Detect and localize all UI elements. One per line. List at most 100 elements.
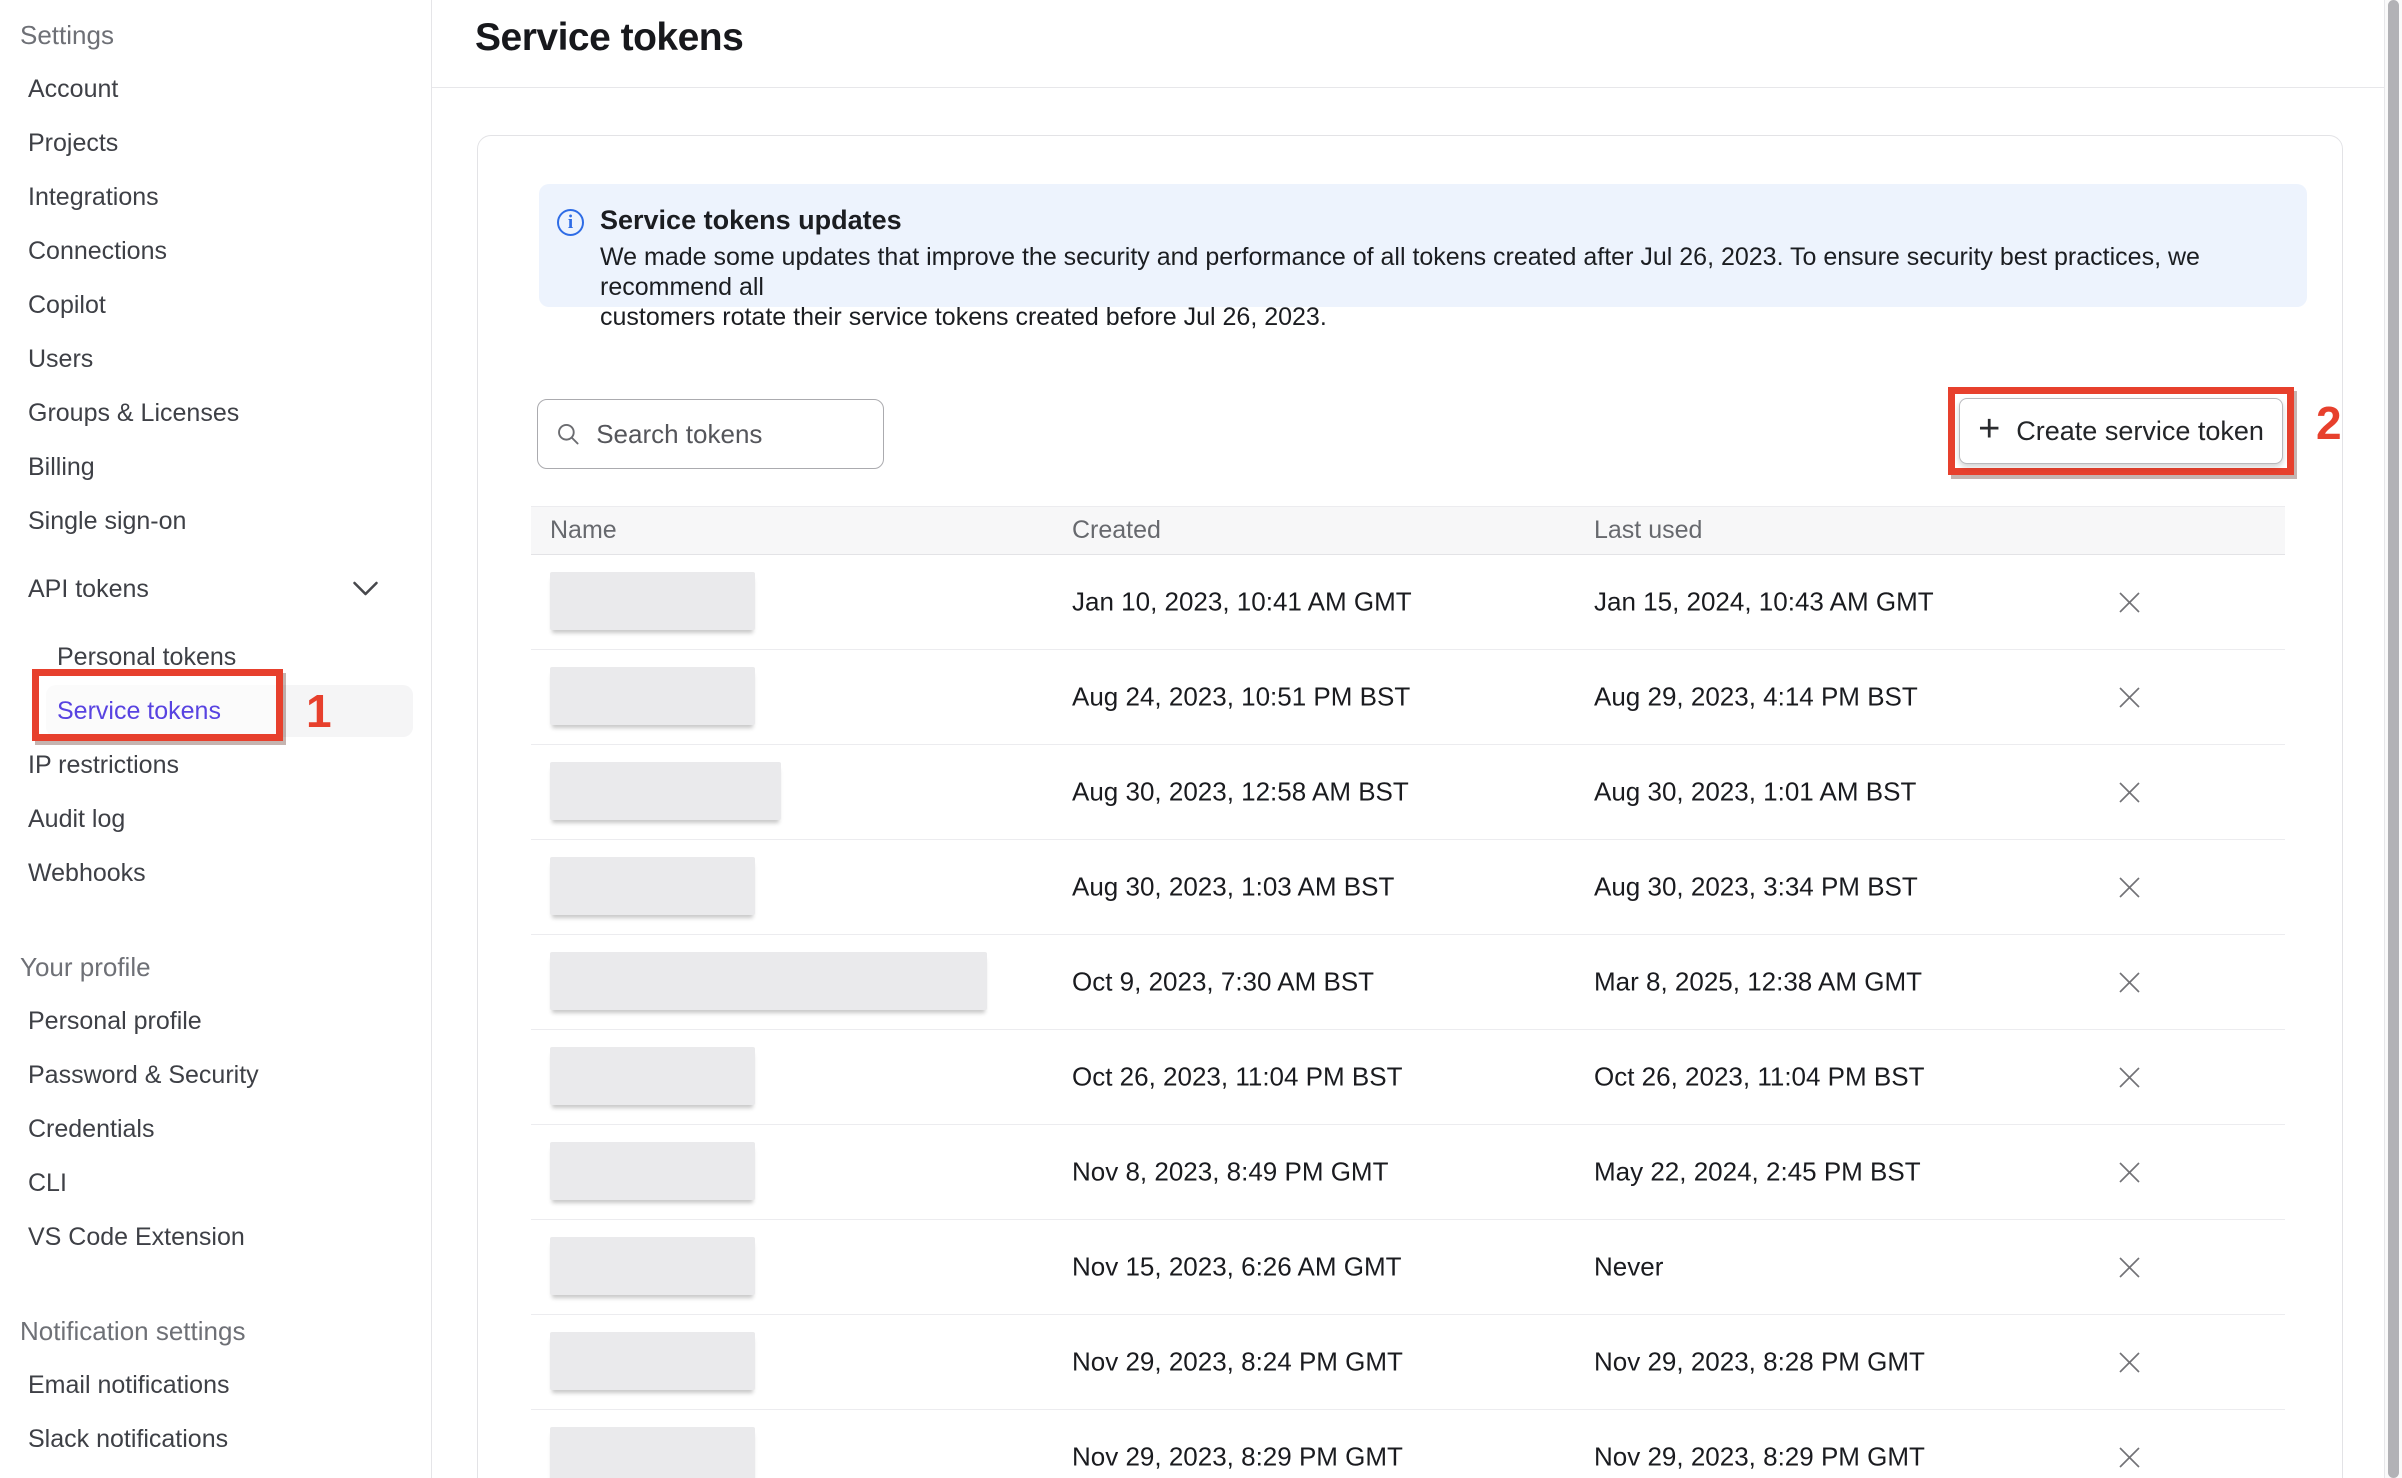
- sidebar-item-label: Personal profile: [28, 1007, 202, 1036]
- token-last-used: Aug 29, 2023, 4:14 PM BST: [1594, 682, 1918, 713]
- sidebar-item-projects[interactable]: Projects: [0, 116, 431, 170]
- close-icon: [2118, 1351, 2141, 1374]
- sidebar-item-account[interactable]: Account: [0, 62, 431, 116]
- annotation-label-1: 1: [306, 684, 332, 738]
- sidebar-item-cli[interactable]: CLI: [0, 1156, 431, 1210]
- close-icon: [2118, 1161, 2141, 1184]
- sidebar-item-audit-log[interactable]: Audit log: [0, 792, 431, 846]
- service-tokens-card: i Service tokens updates We made some up…: [477, 135, 2343, 1478]
- sidebar-item-label: Connections: [28, 237, 167, 266]
- sidebar-item-connections[interactable]: Connections: [0, 224, 431, 278]
- service-tokens-table: Name Created Last used Jan 10, 2023, 10:…: [531, 506, 2285, 1478]
- search-icon: [556, 420, 580, 448]
- token-name-redacted: [550, 1237, 755, 1295]
- table-row: Nov 15, 2023, 6:26 AM GMTNever: [531, 1220, 2285, 1315]
- table-header-row: Name Created Last used: [531, 506, 2285, 555]
- token-name-redacted: [550, 1142, 755, 1200]
- scrollbar-thumb[interactable]: [2388, 0, 2399, 1478]
- sidebar-item-label: Credentials: [28, 1115, 154, 1144]
- sidebar-item-integrations[interactable]: Integrations: [0, 170, 431, 224]
- delete-token-button[interactable]: [2107, 1055, 2151, 1099]
- sidebar-item-label: Projects: [28, 129, 118, 158]
- sidebar-item-label: API tokens: [28, 575, 149, 604]
- delete-token-button[interactable]: [2107, 675, 2151, 719]
- delete-token-button[interactable]: [2107, 960, 2151, 1004]
- sidebar-item-copilot[interactable]: Copilot: [0, 278, 431, 332]
- token-created: Nov 8, 2023, 8:49 PM GMT: [1072, 1157, 1388, 1188]
- token-last-used: May 22, 2024, 2:45 PM BST: [1594, 1157, 1921, 1188]
- sidebar-item-password-security[interactable]: Password & Security: [0, 1048, 431, 1102]
- sidebar-nav: SettingsAccount Projects Integrations Conne…: [0, 8, 431, 1466]
- sidebar-item-label: Your profile: [20, 952, 151, 983]
- delete-token-button[interactable]: [2107, 1435, 2151, 1478]
- sidebar-item-single-sign-on[interactable]: Single sign-on: [0, 494, 431, 548]
- annotation-label-2: 2: [2316, 396, 2342, 450]
- sidebar-item-vs-code-extension[interactable]: VS Code Extension: [0, 1210, 431, 1264]
- delete-token-button[interactable]: [2107, 1245, 2151, 1289]
- delete-token-button[interactable]: [2107, 580, 2151, 624]
- sidebar-item-billing[interactable]: Billing: [0, 440, 431, 494]
- sidebar-item-credentials[interactable]: Credentials: [0, 1102, 431, 1156]
- token-created: Nov 29, 2023, 8:29 PM GMT: [1072, 1442, 1403, 1473]
- sidebar-item-label: VS Code Extension: [28, 1223, 245, 1252]
- token-created: Aug 30, 2023, 1:03 AM BST: [1072, 872, 1394, 903]
- table-row: Oct 9, 2023, 7:30 AM BSTMar 8, 2025, 12:…: [531, 935, 2285, 1030]
- table-row: Jan 10, 2023, 10:41 AM GMTJan 15, 2024, …: [531, 555, 2285, 650]
- token-created: Nov 15, 2023, 6:26 AM GMT: [1072, 1252, 1402, 1283]
- main-content: Service tokens i Service tokens updates …: [432, 0, 2384, 1478]
- sidebar-item-users[interactable]: Users: [0, 332, 431, 386]
- token-name-redacted: [550, 1427, 755, 1478]
- sidebar-item-label: Audit log: [28, 805, 125, 834]
- sidebar-item-label: Slack notifications: [28, 1425, 228, 1454]
- token-created: Aug 30, 2023, 12:58 AM BST: [1072, 777, 1409, 808]
- close-icon: [2118, 591, 2141, 614]
- create-service-token-button[interactable]: + Create service token: [1959, 398, 2283, 464]
- service-tokens-page: SettingsAccount Projects Integrations Conne…: [0, 0, 2402, 1478]
- delete-token-button[interactable]: [2107, 1340, 2151, 1384]
- token-created: Jan 10, 2023, 10:41 AM GMT: [1072, 587, 1412, 618]
- delete-token-button[interactable]: [2107, 865, 2151, 909]
- info-icon: i: [557, 209, 584, 236]
- sidebar-item-label: Email notifications: [28, 1371, 229, 1400]
- table-row: Aug 30, 2023, 1:03 AM BSTAug 30, 2023, 3…: [531, 840, 2285, 935]
- table-row: Aug 30, 2023, 12:58 AM BSTAug 30, 2023, …: [531, 745, 2285, 840]
- chevron-down-icon: [352, 581, 379, 598]
- token-name-redacted: [550, 1047, 755, 1105]
- sidebar-item-service-tokens[interactable]: Service tokens1: [0, 684, 431, 738]
- sidebar-item-webhooks[interactable]: Webhooks: [0, 846, 431, 900]
- delete-token-button[interactable]: [2107, 770, 2151, 814]
- table-row: Nov 8, 2023, 8:49 PM GMT May 22, 2024, 2:…: [531, 1125, 2285, 1220]
- search-tokens-input[interactable]: [594, 418, 867, 451]
- sidebar-item-groups-licenses[interactable]: Groups & Licenses: [0, 386, 431, 440]
- sidebar-item-slack-notifications[interactable]: Slack notifications: [0, 1412, 431, 1466]
- page-header: Service tokens: [432, 0, 2384, 88]
- sidebar-item-label: Groups & Licenses: [28, 399, 239, 428]
- token-created: Oct 9, 2023, 7:30 AM BST: [1072, 967, 1374, 998]
- sidebar-item-api-tokens[interactable]: API tokens: [0, 562, 431, 616]
- sidebar-item-label: Personal tokens: [57, 643, 236, 672]
- sidebar-item-label: Copilot: [28, 291, 106, 320]
- token-last-used: Oct 26, 2023, 11:04 PM BST: [1594, 1062, 1924, 1093]
- sidebar-item-label: Password & Security: [28, 1061, 259, 1090]
- sidebar-item-label: Notification settings: [20, 1316, 245, 1347]
- token-name-redacted: [550, 857, 755, 915]
- sidebar-item-personal-profile[interactable]: Personal profile: [0, 994, 431, 1048]
- token-name-redacted: [550, 572, 755, 630]
- sidebar-item-label: Webhooks: [28, 859, 146, 888]
- token-name-redacted: [550, 762, 781, 820]
- vertical-scrollbar[interactable]: [2384, 0, 2402, 1478]
- sidebar-item-email-notifications[interactable]: Email notifications: [0, 1358, 431, 1412]
- token-created: Aug 24, 2023, 10:51 PM BST: [1072, 682, 1410, 713]
- close-icon: [2118, 781, 2141, 804]
- table-row: Oct 26, 2023, 11:04 PM BSTOct 26, 2023, …: [531, 1030, 2285, 1125]
- sidebar-item-label: Billing: [28, 453, 95, 482]
- close-icon: [2118, 1446, 2141, 1469]
- column-header-created: Created: [1072, 507, 1161, 554]
- sidebar-item-ip-restrictions[interactable]: IP restrictions: [0, 738, 431, 792]
- column-header-last-used: Last used: [1594, 507, 1702, 554]
- sidebar-item-label: Users: [28, 345, 93, 374]
- token-last-used: Nov 29, 2023, 8:29 PM GMT: [1594, 1442, 1925, 1473]
- delete-token-button[interactable]: [2107, 1150, 2151, 1194]
- sidebar-section-settings: Settings: [0, 8, 431, 62]
- sidebar-item-label: Integrations: [28, 183, 159, 212]
